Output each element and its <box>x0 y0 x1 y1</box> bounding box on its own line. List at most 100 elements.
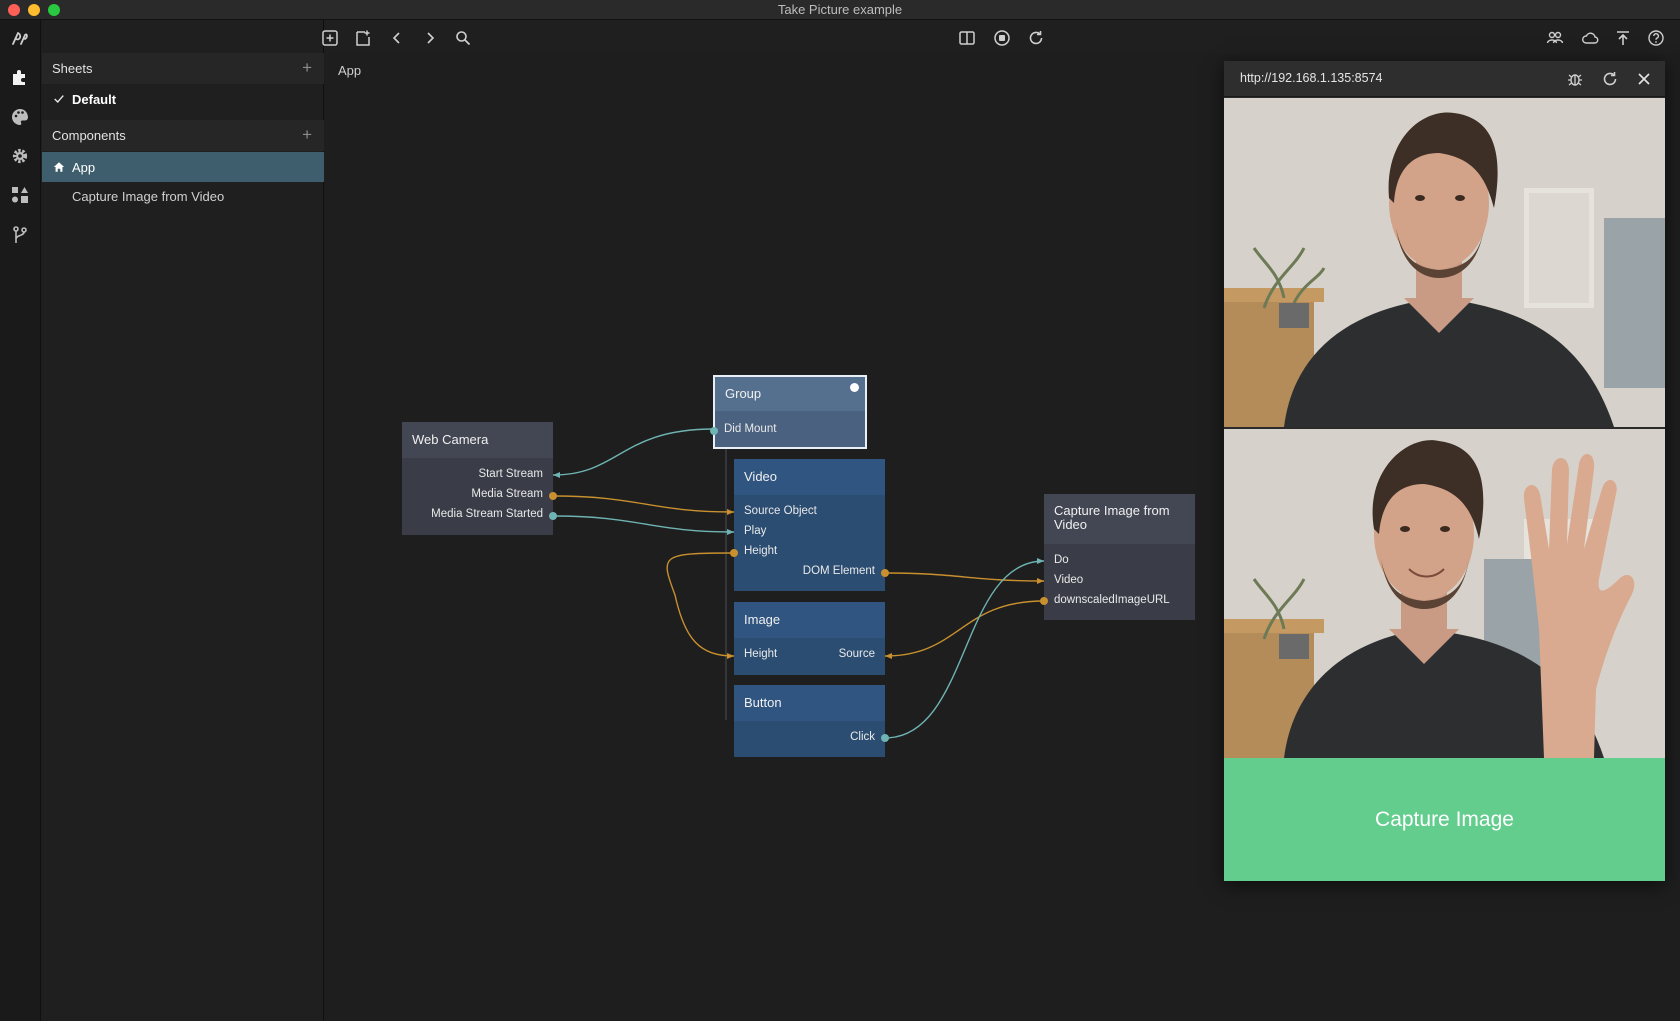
port-dot <box>1040 597 1048 605</box>
person-photo <box>1224 429 1665 758</box>
split-view-icon <box>959 31 975 45</box>
close-preview-button[interactable] <box>1634 69 1654 89</box>
captured-image <box>1224 429 1665 758</box>
live-video-feed <box>1224 98 1665 427</box>
git-branch-icon[interactable] <box>9 224 31 246</box>
components-icon[interactable] <box>9 184 31 206</box>
title-bar: Take Picture example <box>0 0 1680 20</box>
port-source-object[interactable]: Source Object <box>744 505 817 517</box>
node-title: Group <box>725 386 762 401</box>
help-button[interactable] <box>1645 27 1667 49</box>
port-height[interactable]: Height <box>744 648 777 660</box>
port-dom-element[interactable]: DOM Element <box>803 565 875 577</box>
cloud-icon <box>1582 32 1599 44</box>
help-icon <box>1648 30 1664 46</box>
sheet-item-label: Default <box>72 91 117 107</box>
components-label: Components <box>52 128 126 143</box>
stop-icon <box>994 30 1010 46</box>
port-did-mount[interactable]: Did Mount <box>724 423 776 435</box>
bug-icon <box>1568 74 1582 86</box>
node-web-camera[interactable]: Web Camera Start Stream Media Stream Med… <box>402 422 557 535</box>
port-dot <box>549 492 557 500</box>
node-image[interactable]: Image Height Source <box>734 602 885 675</box>
app-window: Take Picture example Sheets + Default Co… <box>0 0 1680 1021</box>
forward-icon <box>427 32 435 44</box>
component-item-label: Capture Image from Video <box>72 188 225 204</box>
node-capture-image[interactable]: Capture Image from Video Do Video downsc… <box>1040 494 1195 620</box>
checkmark-icon <box>52 92 66 106</box>
add-comment-icon <box>356 30 370 46</box>
preview-url[interactable]: http://192.168.1.135:8574 <box>1240 71 1383 85</box>
node-title: Button <box>744 695 782 710</box>
refresh-button[interactable] <box>1025 27 1047 49</box>
node-video[interactable]: Video Source Object Play Height DOM Elem… <box>730 459 889 591</box>
component-item-label: App <box>72 159 96 175</box>
node-title: Image <box>744 612 781 627</box>
add-component-button[interactable]: + <box>302 126 312 143</box>
icon-rail <box>0 20 41 1021</box>
component-item-app[interactable]: App <box>42 152 324 182</box>
port-dot <box>881 569 889 577</box>
port-dot <box>549 512 557 520</box>
preview-window: http://192.168.1.135:8574 Capture Image <box>1224 61 1665 881</box>
users-icon <box>1546 31 1564 44</box>
port-source[interactable]: Source <box>839 648 875 660</box>
forward-button[interactable] <box>419 27 441 49</box>
add-sheet-button[interactable]: + <box>302 59 312 76</box>
node-title: Capture Image from Video <box>1044 494 1195 532</box>
split-view-button[interactable] <box>956 27 978 49</box>
sheets-label: Sheets <box>52 61 93 76</box>
stop-button[interactable] <box>991 27 1013 49</box>
home-icon <box>52 160 66 174</box>
port-dot <box>730 549 738 557</box>
editor-toolbar <box>322 20 1680 54</box>
sheet-item-default[interactable]: Default <box>42 84 324 114</box>
gear-icon[interactable] <box>9 145 31 167</box>
window-title: Take Picture example <box>777 2 903 17</box>
add-comment-button[interactable] <box>352 27 374 49</box>
port-dot <box>881 734 889 742</box>
add-node-icon <box>322 30 338 46</box>
search-button[interactable] <box>452 27 474 49</box>
deploy-icon <box>1617 31 1629 45</box>
preview-header: http://192.168.1.135:8574 <box>1224 61 1665 97</box>
noodl-logo-icon[interactable] <box>9 28 31 50</box>
port-media-stream[interactable]: Media Stream <box>471 488 543 500</box>
port-start-stream[interactable]: Start Stream <box>478 468 543 480</box>
node-button[interactable]: Button Click <box>734 685 889 757</box>
puzzle-icon[interactable] <box>9 66 31 88</box>
cloud-button[interactable] <box>1579 27 1601 49</box>
palette-icon[interactable] <box>9 106 31 128</box>
deploy-button[interactable] <box>1612 27 1634 49</box>
capture-image-button[interactable]: Capture Image <box>1224 758 1665 881</box>
port-media-stream-started[interactable]: Media Stream Started <box>431 508 543 520</box>
debug-button[interactable] <box>1565 69 1585 89</box>
collaborators-button[interactable] <box>1544 27 1566 49</box>
person-photo <box>1224 98 1665 427</box>
components-header: Components + <box>42 120 324 151</box>
component-item-capture[interactable]: Capture Image from Video <box>42 181 324 211</box>
port-dot <box>710 427 718 435</box>
project-sidebar: Sheets + Default Components + App Captur… <box>42 20 324 1021</box>
node-group[interactable]: Group Did Mount <box>710 375 867 449</box>
breadcrumb[interactable]: App <box>338 63 361 78</box>
back-icon <box>392 32 400 44</box>
port-play[interactable]: Play <box>744 525 766 537</box>
back-button[interactable] <box>386 27 408 49</box>
refresh-icon <box>1029 31 1043 45</box>
node-title-line: Video <box>1054 517 1088 532</box>
reload-preview-button[interactable] <box>1600 69 1620 89</box>
close-icon <box>1638 73 1650 85</box>
add-node-button[interactable] <box>319 27 341 49</box>
search-icon <box>456 31 471 46</box>
sheets-header: Sheets + <box>42 53 324 84</box>
port-do[interactable]: Do <box>1054 554 1069 566</box>
port-height[interactable]: Height <box>744 545 777 557</box>
node-title: Video <box>744 469 778 484</box>
node-title-line: Capture Image from <box>1054 503 1170 518</box>
port-downscaled-image-url[interactable]: downscaledImageURL <box>1054 594 1170 606</box>
reload-icon <box>1603 72 1617 86</box>
node-title: Web Camera <box>412 432 489 447</box>
port-video[interactable]: Video <box>1054 574 1083 586</box>
port-click[interactable]: Click <box>850 731 875 743</box>
